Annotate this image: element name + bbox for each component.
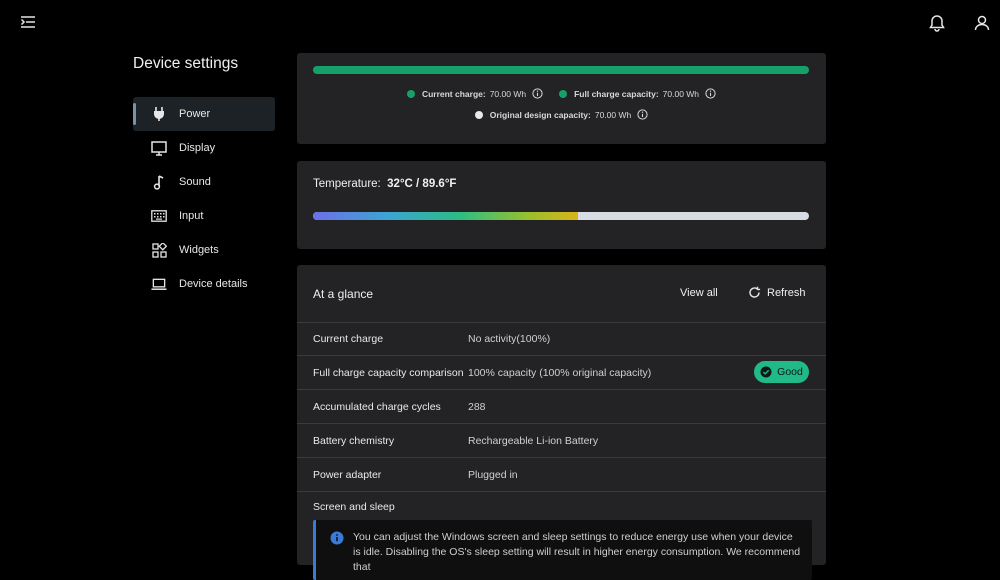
row-value: 100% capacity (100% original capacity): [468, 367, 652, 379]
refresh-label: Refresh: [767, 286, 806, 299]
view-all-link[interactable]: View all: [680, 287, 718, 299]
status-badge: Good: [754, 361, 809, 383]
info-icon[interactable]: [637, 109, 648, 120]
row-key: Accumulated charge cycles: [313, 401, 441, 413]
temperature-card: Temperature: 32°C / 89.6°F: [297, 161, 826, 249]
sidebar-item-label: Display: [179, 142, 216, 154]
info-notice: You can adjust the Windows screen and sl…: [313, 520, 812, 580]
legend-key: Full charge capacity:: [574, 88, 659, 99]
badge-label: Good: [777, 366, 803, 378]
notification-bell-icon[interactable]: [928, 14, 948, 34]
sidebar-title: Device settings: [133, 55, 239, 72]
table-row: Current charge No activity(100%): [297, 322, 826, 356]
info-icon: [330, 531, 344, 545]
temperature-value: 32°C / 89.6°F: [387, 178, 457, 190]
sidebar-nav: Power Display Sound Input Widgets Device…: [133, 97, 275, 301]
monitor-icon: [151, 140, 167, 156]
laptop-icon: [151, 276, 167, 292]
sidebar-item-device-details[interactable]: Device details: [133, 267, 275, 301]
row-key: Power adapter: [313, 469, 382, 481]
table-row: Full charge capacity comparison 100% cap…: [297, 356, 826, 390]
info-icon[interactable]: [705, 88, 716, 99]
row-key: Full charge capacity comparison: [313, 367, 464, 379]
notice-text: You can adjust the Windows screen and sl…: [353, 531, 801, 573]
legend-dot: [474, 110, 483, 119]
sidebar-item-widgets[interactable]: Widgets: [133, 233, 275, 267]
at-a-glance-card: At a glance View all Refresh Current cha…: [297, 265, 826, 580]
table-row: Accumulated charge cycles 288: [297, 390, 826, 424]
sidebar-item-label: Device details: [179, 278, 248, 290]
menu-toggle-icon[interactable]: [20, 15, 40, 35]
row-value: No activity(100%): [468, 333, 551, 345]
legend-dot: [406, 89, 415, 98]
glance-header: At a glance View all Refresh: [297, 265, 826, 323]
legend-value: 70.00 Wh: [594, 109, 632, 120]
info-icon[interactable]: [532, 88, 543, 99]
row-key: Battery chemistry: [313, 435, 395, 447]
row-value: Rechargeable Li-ion Battery: [468, 435, 599, 447]
charge-capacity-bar: [313, 66, 809, 74]
screen-sleep-title: Screen and sleep: [313, 501, 395, 513]
refresh-icon: [748, 286, 761, 299]
legend-current-charge: Current charge: 70.00 Wh: [406, 88, 543, 99]
legend-key: Original design capacity:: [489, 109, 591, 120]
legend-value: 70.00 Wh: [489, 88, 527, 99]
legend-value: 70.00 Wh: [662, 88, 700, 99]
sidebar-item-sound[interactable]: Sound: [133, 165, 275, 199]
row-value: 288: [468, 401, 486, 413]
temperature-label: Temperature: 32°C / 89.6°F: [313, 178, 456, 190]
temperature-key: Temperature:: [313, 178, 381, 190]
capacity-legend-row: Original design capacity: 70.00 Wh: [297, 109, 826, 120]
user-account-icon[interactable]: [973, 14, 993, 34]
music-note-icon: [151, 174, 167, 190]
capacity-legend-row: Current charge: 70.00 Wh Full charge cap…: [297, 88, 826, 99]
legend-dot: [559, 89, 568, 98]
plug-icon: [151, 106, 167, 122]
refresh-button[interactable]: Refresh: [748, 286, 806, 299]
legend-design-capacity: Original design capacity: 70.00 Wh: [474, 109, 648, 120]
sidebar-item-input[interactable]: Input: [133, 199, 275, 233]
sidebar-item-label: Input: [179, 210, 204, 222]
legend-key: Current charge:: [421, 88, 486, 99]
table-row: Power adapter Plugged in: [297, 458, 826, 492]
sidebar-item-display[interactable]: Display: [133, 131, 275, 165]
temperature-gauge: [313, 212, 809, 220]
row-value: Plugged in: [468, 469, 518, 481]
sidebar-item-label: Power: [179, 108, 211, 120]
battery-capacity-card: Current charge: 70.00 Wh Full charge cap…: [297, 53, 826, 144]
widgets-icon: [151, 242, 167, 258]
sidebar-item-power[interactable]: Power: [133, 97, 275, 131]
check-circle-icon: [760, 366, 772, 378]
keyboard-icon: [151, 208, 167, 224]
table-row: Battery chemistry Rechargeable Li-ion Ba…: [297, 424, 826, 458]
sidebar-item-label: Widgets: [179, 244, 219, 256]
legend-full-capacity: Full charge capacity: 70.00 Wh: [559, 88, 716, 99]
row-key: Current charge: [313, 333, 384, 345]
glance-title: At a glance: [313, 287, 374, 301]
temperature-gauge-fill: [313, 212, 579, 220]
sidebar-item-label: Sound: [179, 176, 211, 188]
